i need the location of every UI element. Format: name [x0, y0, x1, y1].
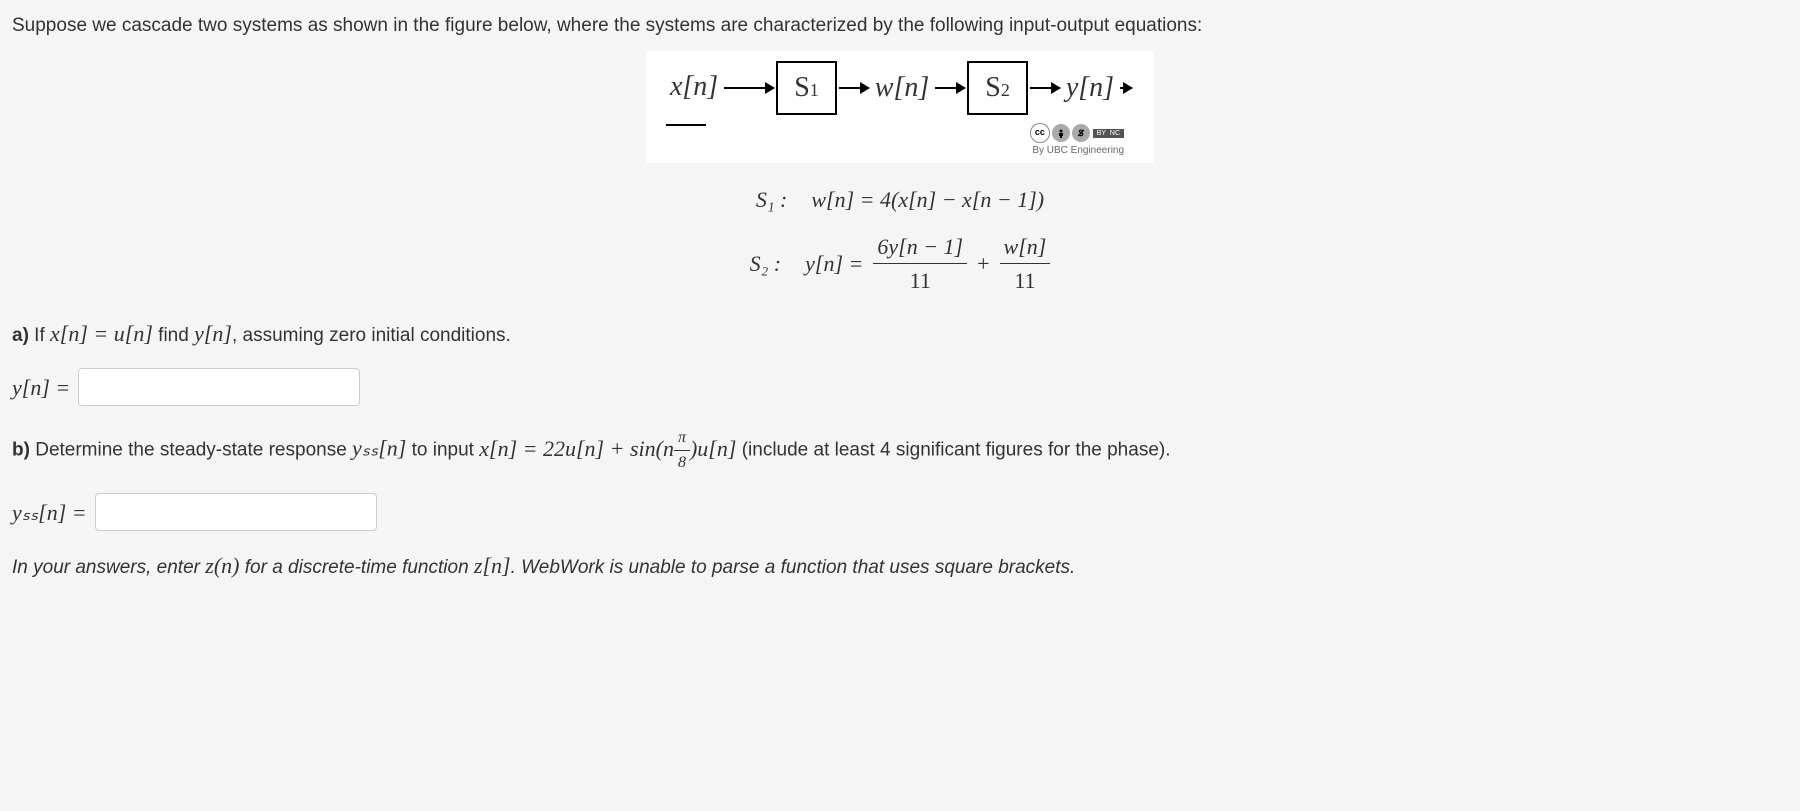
arrow-icon — [724, 87, 774, 89]
nc-icon: $ — [1072, 124, 1090, 142]
cc-attribution-text: By UBC Engineering — [1032, 145, 1124, 156]
cc-icon: cc — [1030, 123, 1050, 143]
part-a-answer-label: y[n] = — [12, 371, 70, 404]
system-s2-box: S2 — [967, 61, 1028, 115]
diagram-container: x[n] S1 w[n] S2 y[n] cc — [12, 51, 1788, 163]
part-b-answer-label: yₛₛ[n] = — [12, 496, 87, 529]
part-b-prompt: b) Determine the steady-state response y… — [12, 426, 1788, 475]
system-s1-box: S1 — [776, 61, 837, 115]
part-a-prompt: a) If x[n] = u[n] find y[n], assuming ze… — [12, 317, 1788, 351]
arrow-icon — [935, 87, 965, 89]
part-b-answer-input[interactable] — [95, 493, 377, 531]
signal-w-label: w[n] — [871, 67, 933, 109]
arrow-icon — [1030, 87, 1060, 89]
intro-text: Suppose we cascade two systems as shown … — [12, 12, 1788, 41]
footnote-text: In your answers, enter z(n) for a discre… — [12, 549, 1788, 583]
cc-license-badge: cc $ BY NC By UBC Engineering — [666, 123, 1134, 158]
by-icon — [1052, 124, 1070, 142]
signal-y-label: y[n] — [1062, 67, 1118, 109]
arrow-icon — [839, 87, 869, 89]
signal-x-label: x[n] — [666, 66, 722, 108]
system-equations: S₁ : w[n] = 4(x[n] − x[n − 1]) S₂ : y[n]… — [12, 183, 1788, 297]
cascade-diagram: x[n] S1 w[n] S2 y[n] cc — [646, 51, 1154, 163]
part-a-answer-input[interactable] — [78, 368, 360, 406]
arrow-icon — [1120, 87, 1132, 89]
